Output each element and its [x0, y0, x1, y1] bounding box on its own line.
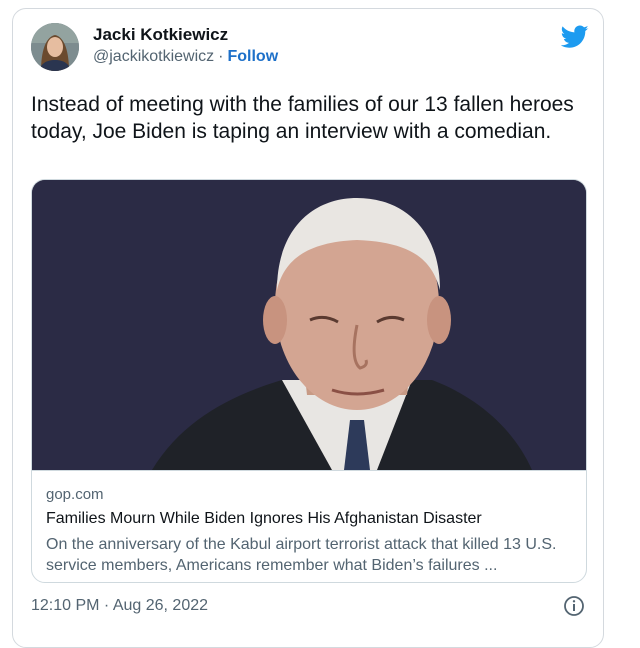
avatar[interactable]	[31, 23, 79, 71]
portrait-photo	[32, 180, 586, 470]
link-preview-image[interactable]	[32, 180, 586, 471]
author-handle[interactable]: @jackikotkiewicz	[93, 48, 214, 65]
tweet-card: Jacki Kotkiewicz @jackikotkiewicz · Follow…	[12, 8, 604, 648]
follow-button[interactable]: Follow	[227, 48, 278, 65]
separator-dot: ·	[218, 48, 224, 65]
author-handle-line: @jackikotkiewicz · Follow	[93, 48, 278, 66]
tweet-timestamp[interactable]: 12:10 PM · Aug 26, 2022	[31, 597, 208, 615]
link-domain: gop.com	[46, 486, 104, 503]
author-display-name[interactable]: Jacki Kotkiewicz	[93, 25, 228, 45]
twitter-bird-icon[interactable]	[561, 25, 589, 49]
tweet-text: Instead of meeting with the families of …	[31, 93, 574, 143]
avatar-image	[31, 23, 79, 71]
link-preview-card[interactable]: gop.com Families Mourn While Biden Ignor…	[31, 179, 587, 583]
link-title[interactable]: Families Mourn While Biden Ignores His A…	[46, 510, 482, 528]
link-description: On the anniversary of the Kabul airport …	[46, 536, 557, 574]
info-icon[interactable]	[563, 595, 585, 617]
